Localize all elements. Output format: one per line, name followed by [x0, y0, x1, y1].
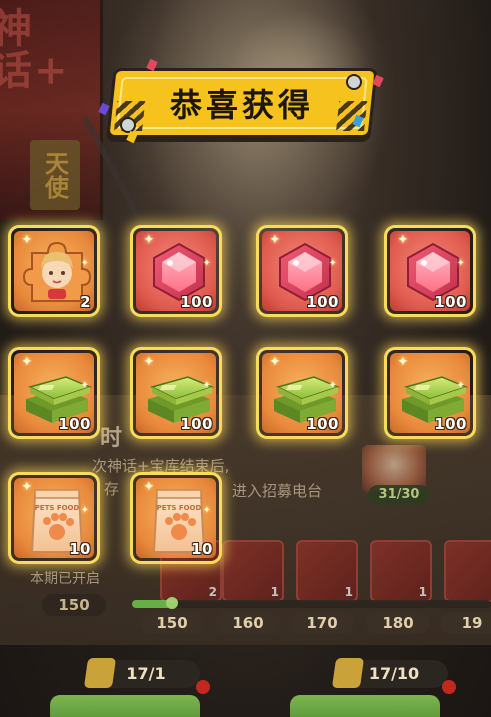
recruit-button-left[interactable] [50, 695, 200, 717]
track-reward-card[interactable]: 1 [222, 540, 284, 602]
panel-info-line-2: 进入招募电台 [232, 482, 323, 500]
bolt-icon [120, 117, 136, 133]
reward-quantity: 100 [434, 293, 467, 311]
sparkle-icon: ✦ [397, 354, 409, 370]
reward-quantity: 100 [434, 415, 467, 433]
reward-tile-cash-stack[interactable]: ✦ ✦ 100 [11, 350, 97, 436]
reward-quantity: 2 [80, 293, 91, 311]
currency-left-value: 17/1 [126, 664, 166, 683]
reward-quantity: 100 [58, 415, 91, 433]
sparkle-icon: ✦ [269, 354, 281, 370]
sparkle-icon: ✦ [328, 258, 337, 269]
progress-track-marker [166, 597, 178, 609]
sparkle-icon: ✦ [269, 232, 281, 248]
track-step-label: 19 [440, 612, 491, 634]
notification-dot [442, 680, 456, 694]
sparkle-icon: ✦ [456, 258, 465, 269]
panel-info-line-1: 次神话+宝库结束后, [92, 457, 230, 475]
start-level-label: 150 [42, 594, 106, 616]
sparkle-icon: ✦ [21, 479, 33, 495]
sparkle-icon: ✦ [143, 354, 155, 370]
currency-counter-left: 17/1 [83, 658, 200, 688]
sparkle-icon: ✦ [80, 380, 89, 391]
bolt-icon [346, 74, 362, 90]
panel-info-partial: 存 [104, 480, 120, 498]
notification-dot [196, 680, 210, 694]
reward-tile-red-gem[interactable]: ✦ ✦ 100 [133, 228, 219, 314]
currency-right-value: 17/10 [368, 664, 420, 683]
reward-tile-red-gem[interactable]: ✦ ✦ 100 [259, 228, 345, 314]
reward-tile-pet-food-bag[interactable]: PETS FOOD ✦ ✦ 10 [133, 475, 219, 561]
sparkle-icon: ✦ [328, 380, 337, 391]
status-text: 本期已开启 [30, 571, 100, 587]
sparkle-icon: ✦ [143, 479, 155, 495]
track-step-label: 150 [140, 612, 204, 634]
reward-quantity: 100 [180, 415, 213, 433]
reward-quantity: 100 [306, 293, 339, 311]
sparkle-icon: ✦ [397, 232, 409, 248]
reward-quantity: 10 [69, 540, 91, 558]
angel-tag: 天使 [30, 140, 80, 210]
track-step-label: 180 [366, 612, 430, 634]
recruit-button-right[interactable] [290, 695, 440, 717]
reward-quantity: 100 [306, 415, 339, 433]
reward-tile-red-gem[interactable]: ✦ ✦ 100 [387, 228, 473, 314]
svg-text:PETS FOOD: PETS FOOD [35, 504, 80, 512]
track-step-label: 170 [290, 612, 354, 634]
reward-quantity: 100 [180, 293, 213, 311]
sparkle-icon: ✦ [21, 232, 33, 248]
reward-tile-cash-stack[interactable]: ✦ ✦ 100 [259, 350, 345, 436]
svg-text:PETS FOOD: PETS FOOD [157, 504, 202, 512]
reward-quantity: 10 [191, 540, 213, 558]
title-banner: 恭喜获得 [106, 68, 378, 138]
track-reward-card[interactable]: 1 [370, 540, 432, 602]
popup-title: 恭喜获得 [169, 86, 314, 124]
reward-popup-scene: 神 话+ 天使 时 次神话+宝库结束后, 存 进入招募电台 31/30 本期已开… [0, 0, 491, 717]
event-banner-title-2: 话+ [0, 47, 70, 94]
track-reward-card[interactable]: 1 [296, 540, 358, 602]
track-step-label: 160 [216, 612, 280, 634]
reward-tile-angel-puzzle-fragment[interactable]: ✦ ✦ 2 [11, 228, 97, 314]
panel-word: 时 [100, 426, 123, 451]
sparkle-icon: ✦ [80, 258, 89, 269]
sparkle-icon: ✦ [21, 354, 33, 370]
ticket-icon [331, 658, 365, 688]
currency-counter-right: 17/10 [331, 658, 448, 688]
track-reward-card[interactable]: 1 [444, 540, 491, 602]
sparkle-icon: ✦ [80, 505, 89, 516]
recruit-count: 31/30 [368, 485, 430, 505]
reward-tile-pet-food-bag[interactable]: PETS FOOD ✦ ✦ 10 [11, 475, 97, 561]
reward-tile-cash-stack[interactable]: ✦ ✦ 100 [133, 350, 219, 436]
sparkle-icon: ✦ [202, 505, 211, 516]
sparkle-icon: ✦ [202, 258, 211, 269]
sparkle-icon: ✦ [202, 380, 211, 391]
sparkle-icon: ✦ [143, 232, 155, 248]
reward-tile-cash-stack[interactable]: ✦ ✦ 100 [387, 350, 473, 436]
progress-track [132, 597, 491, 609]
ticket-icon [83, 658, 117, 688]
sparkle-icon: ✦ [456, 380, 465, 391]
